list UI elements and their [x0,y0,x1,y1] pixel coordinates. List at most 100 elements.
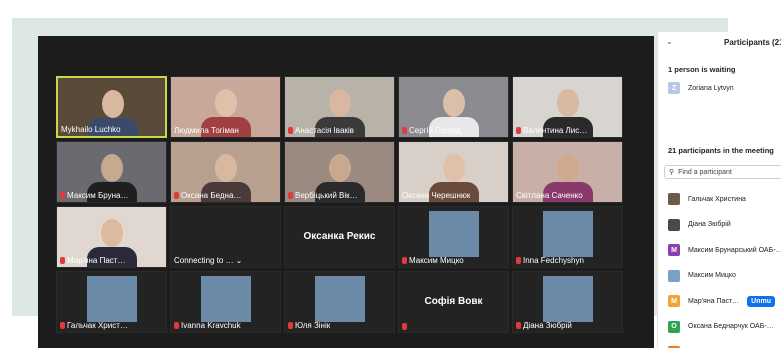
person-head [102,90,124,118]
video-tile[interactable]: Inna Fedchyshyn [512,206,623,268]
participant-name-text: Оксана Черешнюк [402,191,471,200]
muted-mic-icon [516,257,521,264]
find-participant-input[interactable]: ⚲ Find a participant [664,165,781,179]
muted-mic-icon [174,322,179,329]
participant-name-text: Гальчак Христ… [67,321,128,330]
video-tile[interactable]: Сергій Господ… [398,76,509,138]
participant-name: Гальчак Христина [688,195,746,203]
participant-name-label: Світлана Саченко [516,191,583,200]
person-head [443,154,465,182]
participant-name: Мар'яна Паст… [688,297,740,305]
participant-name: Діана Зюбрій [688,221,731,228]
profile-picture [543,211,593,257]
muted-mic-icon [60,192,65,199]
participant-name-label: Гальчак Христ… [60,321,128,330]
participant-row[interactable]: O Оксана Беднарчук ОАБ-… [668,320,774,333]
participant-name-text: Максим Бруна… [67,191,129,200]
person-head [443,89,465,117]
muted-mic-icon [516,127,521,134]
participant-name-label [402,323,407,330]
participant-name-text: Оксана Бедна… [181,191,242,200]
participant-name: Максим Брунарський ОАБ-… [688,246,781,254]
video-tile[interactable]: Ivanna Kravchuk [170,271,281,333]
muted-mic-icon [288,192,293,199]
participant-name: Оксана Беднарчук ОАБ-… [688,323,774,330]
muted-mic-icon [516,322,521,329]
participant-name-label: Сергій Господ… [402,126,469,135]
person-head [101,154,123,182]
participant-name-text: Сергій Господ… [409,126,469,135]
participant-name-label: Максим Бруна… [60,191,128,200]
video-tile[interactable]: Людмила Тогіман [170,76,281,138]
waiting-participant-row[interactable]: Z Zoriana Lytvyn [668,82,734,94]
muted-mic-icon [402,257,407,264]
video-tile[interactable]: Оксанка Рекис [284,206,395,268]
participant-name-text: Людмила Тогіман [174,126,239,135]
video-tile[interactable]: Юля Зінік [284,271,395,333]
participant-name-label: Юля Зінік [288,321,330,330]
waiting-room-header: 1 person is waiting [668,65,736,74]
avatar: M [668,244,680,256]
video-gallery-grid: Mykhailo Luchko Людмила Тогіман Анастасія … [56,76,623,333]
participant-name: Максим Мицко [688,272,736,279]
participant-row[interactable]: Максим Мицко [668,269,736,282]
find-participant-placeholder: Find a participant [678,168,732,176]
video-tile[interactable]: Гальчак Христ… [56,271,167,333]
participant-name-label: Людмила Тогіман [174,126,239,135]
video-tile[interactable]: Діана Зюбрій [512,271,623,333]
person-head [101,219,123,247]
participant-name-label: Діана Зюбрій [516,321,572,330]
muted-mic-icon [402,127,407,134]
video-tile[interactable]: Вербіцький Вік… [284,141,395,203]
participant-row[interactable]: M Максим Брунарський ОАБ-… [668,244,781,256]
person-head [329,154,351,182]
video-tile[interactable]: Максим Мицко [398,206,509,268]
participant-name-label: Connecting to … ⌄ [174,256,242,265]
participant-name-label: Валентина Лис… [516,126,587,135]
participant-name-label: Inna Fedchyshyn [516,256,584,265]
participant-name-label: Оксана Бедна… [174,191,241,200]
avatar [668,218,680,231]
in-meeting-header: 21 participants in the meeting [668,146,774,155]
profile-picture [201,276,251,322]
avatar: M [668,295,680,307]
video-tile[interactable]: Максим Бруна… [56,141,167,203]
muted-mic-icon [288,322,293,329]
profile-picture [429,211,479,257]
chevron-down-icon[interactable]: ⌄ [236,256,243,265]
profile-picture [543,276,593,322]
participant-row[interactable]: M Мар'яна Паст… Unmu [668,295,776,307]
participant-name-label: Максим Мицко [402,256,464,265]
video-tile[interactable]: Світлана Саченко [512,141,623,203]
video-tile[interactable]: Анастасія Іваків [284,76,395,138]
participant-name-text: Анастасія Іваків [295,126,354,135]
video-tile[interactable]: Оксана Бедна… [170,141,281,203]
participant-name-text: Валентина Лис… [523,126,588,135]
unmute-button[interactable]: Unmu [747,295,776,307]
profile-picture [87,276,137,322]
participant-name-center: Оксанка Рекис [303,231,376,242]
video-tile[interactable]: Мар'яна Паст… [56,206,167,268]
muted-mic-icon [402,323,407,330]
participant-name-label: Анастасія Іваків [288,126,354,135]
chevron-down-icon[interactable]: ⌄ [666,37,673,46]
muted-mic-icon [60,257,65,264]
participant-name-text: Inna Fedchyshyn [523,256,584,265]
person-head [557,154,579,182]
video-tile[interactable]: Софія Вовк [398,271,509,333]
participant-name-label: Ivanna Kravchuk [174,321,241,330]
muted-mic-icon [288,127,293,134]
participant-name-label: Mykhailo Luchko [61,125,121,134]
profile-picture [315,276,365,322]
video-tile[interactable]: Mykhailo Luchko [56,76,167,138]
participant-name: Zoriana Lytvyn [688,84,734,92]
participant-row[interactable]: Гальчак Христина [668,193,746,205]
participant-name-text: Mykhailo Luchko [61,125,121,134]
video-tile[interactable]: Валентина Лис… [512,76,623,138]
video-tile[interactable]: Connecting to … ⌄ [170,206,281,268]
participant-name-label: Оксана Черешнюк [402,191,470,200]
participant-name-text: Connecting to … [174,256,234,265]
participant-name-text: Діана Зюбрій [523,321,572,330]
participant-row[interactable]: Діана Зюбрій [668,218,731,231]
video-tile[interactable]: Оксана Черешнюк [398,141,509,203]
